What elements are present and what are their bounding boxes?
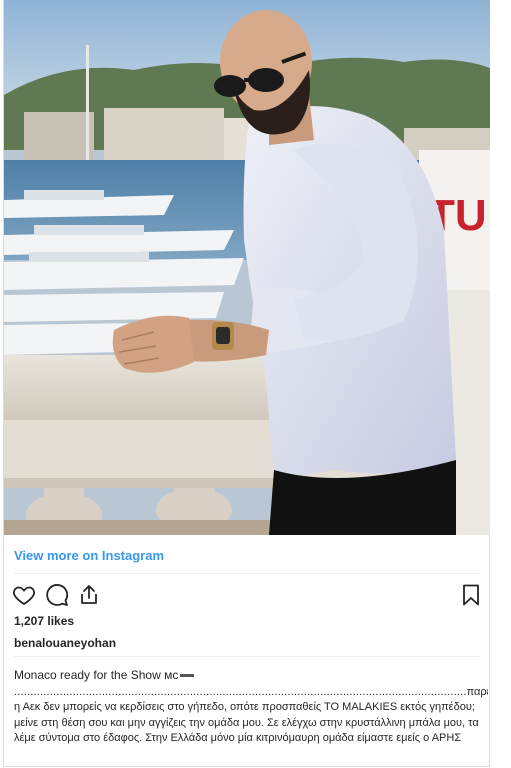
post-username[interactable]: benalouaneyohan [14,636,116,650]
like-button[interactable] [12,583,36,607]
caption-divider [14,656,480,657]
share-icon [81,585,97,604]
comment-button[interactable] [45,583,69,607]
comment-icon [46,584,69,606]
caption-first-text: Monaco ready for the Show мс [14,668,179,682]
caption-emoji-placeholder [180,674,195,678]
post-photo[interactable]: TU [4,0,490,535]
caption-dots-tail: παρεμπι [466,686,488,698]
caption-first-line: Monaco ready for the Show мс [14,668,195,682]
post-photo-illustration: TU [4,0,490,535]
bookmark-icon [463,584,479,606]
divider [14,573,480,574]
caption-body: η Αεκ δεν μπορείς να κερδίσεις στο γήπεδ… [14,701,479,744]
likes-count[interactable]: 1,207 likes [14,614,74,628]
save-button[interactable] [459,583,483,607]
share-button[interactable] [77,583,101,607]
heart-icon [13,586,35,606]
caption-dotted-line: ........................................… [14,686,488,698]
view-more-on-instagram-link[interactable]: View more on Instagram [14,548,164,563]
caption-dots: ........................................… [14,686,467,698]
